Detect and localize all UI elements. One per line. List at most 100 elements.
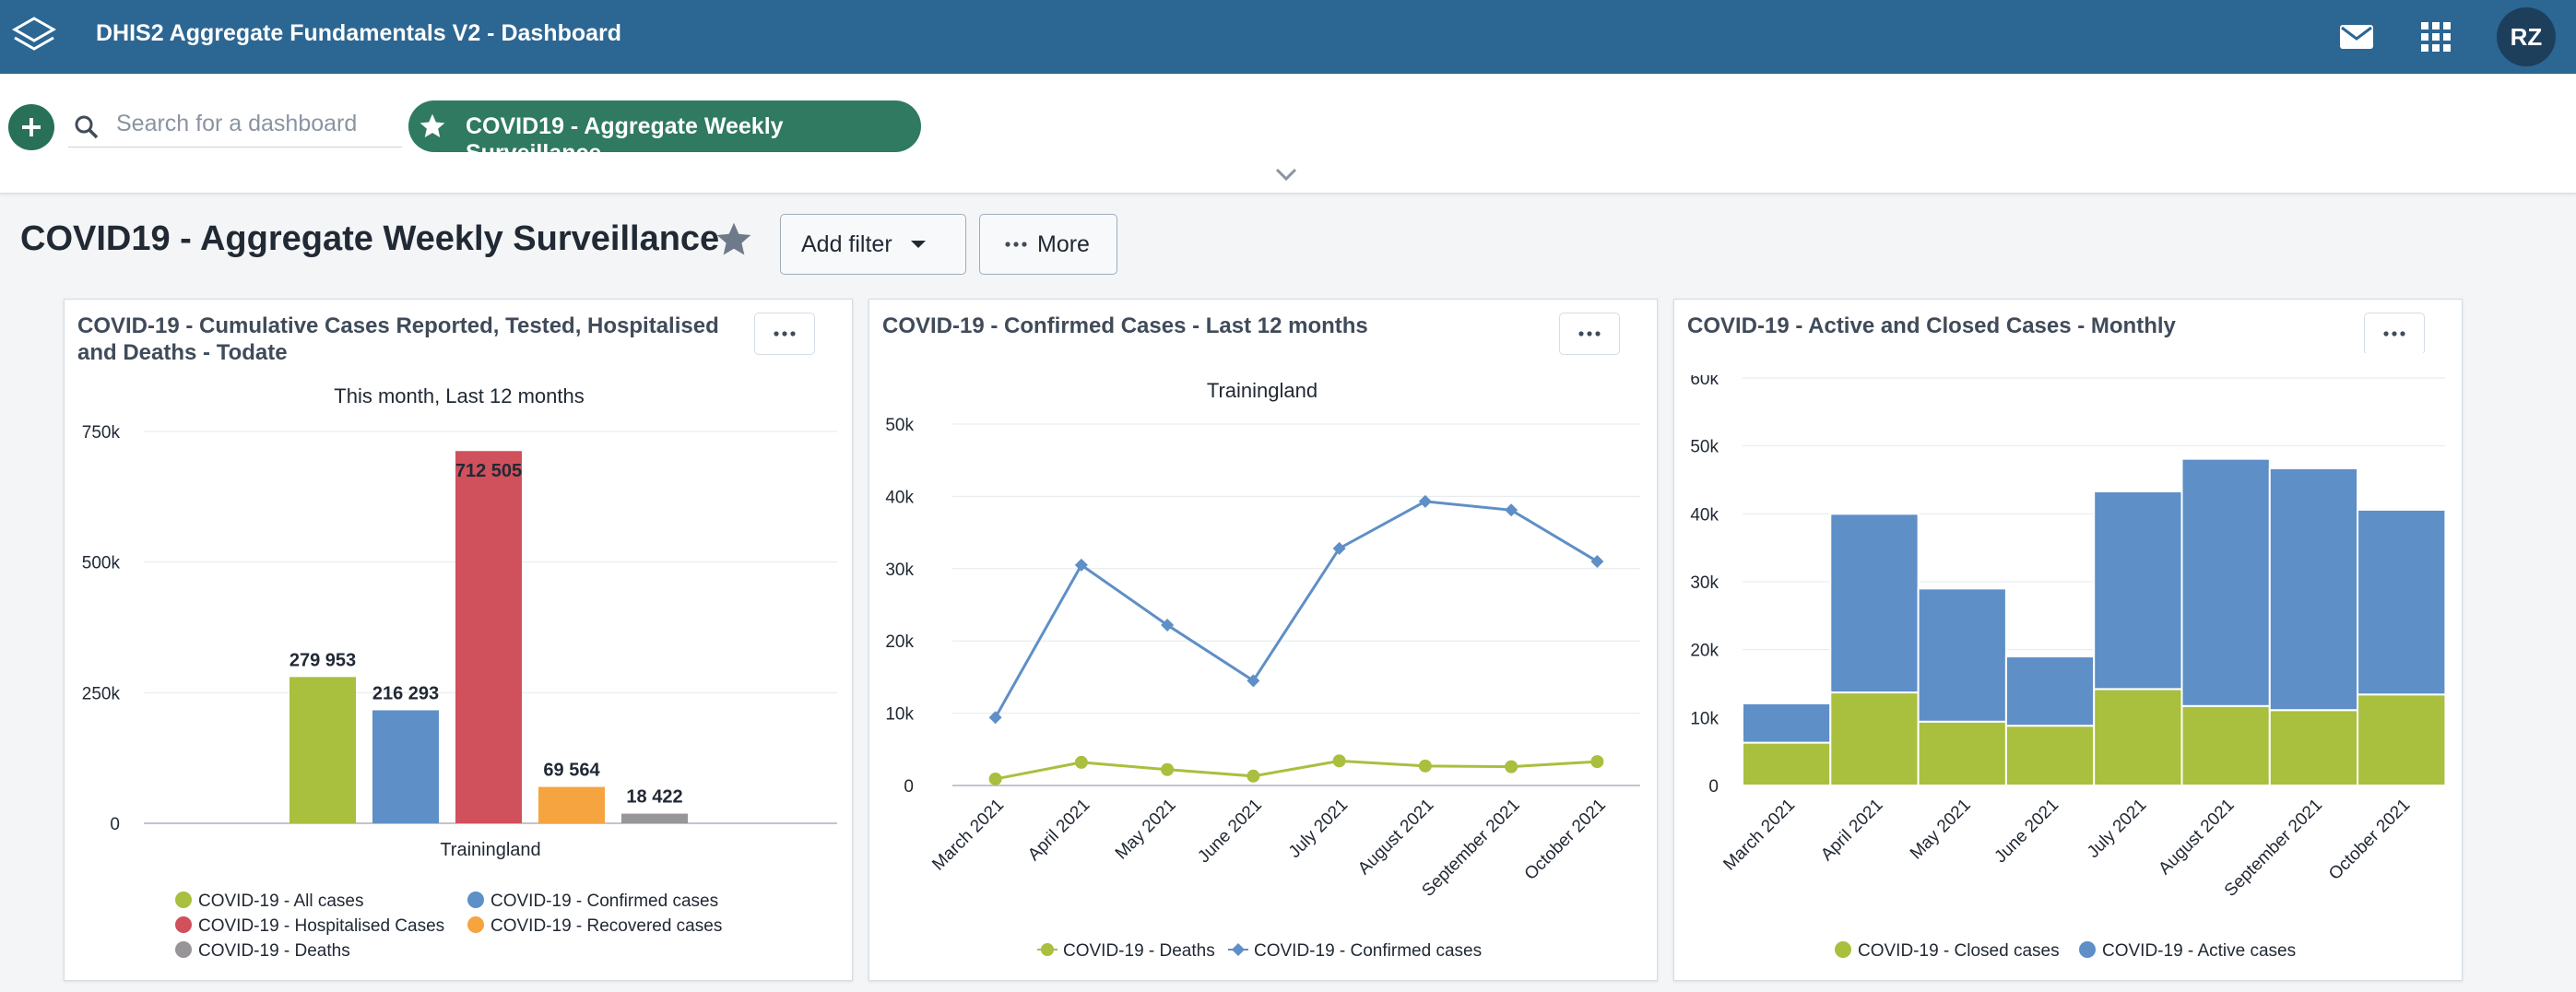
y-tick-label: 0 — [110, 815, 120, 834]
data-point — [1505, 760, 1518, 774]
dhis2-logo-icon[interactable] — [11, 15, 57, 61]
data-point — [1074, 755, 1088, 769]
stacked-bar-segment — [2357, 508, 2447, 696]
stacked-bar-segment — [2093, 490, 2183, 691]
legend-marker — [1232, 943, 1245, 956]
x-tick-label: March 2021 — [1719, 796, 1799, 875]
x-tick-label: July 2021 — [2084, 796, 2150, 862]
x-tick-label: April 2021 — [1817, 796, 1886, 865]
mail-icon[interactable] — [2336, 17, 2377, 57]
dashboard-title: COVID19 - Aggregate Weekly Surveillance — [20, 219, 720, 258]
chart-subtitle: Trainingland — [1207, 379, 1318, 402]
x-tick-label: August 2021 — [2155, 796, 2238, 879]
y-tick-label: 250k — [82, 684, 121, 703]
x-tick-label: April 2021 — [1024, 796, 1093, 865]
bar — [538, 786, 605, 823]
add-filter-button[interactable]: Add filter — [780, 214, 966, 275]
legend-marker — [2079, 941, 2096, 958]
x-tick-label: June 2021 — [1194, 796, 1266, 868]
data-point — [1418, 759, 1432, 773]
more-horizontal-icon — [1005, 242, 1027, 247]
legend-marker — [1835, 941, 1851, 958]
add-dashboard-button[interactable] — [8, 104, 54, 150]
y-tick-label: 0 — [904, 777, 914, 797]
x-category-label: Trainingland — [440, 840, 540, 860]
y-tick-label: 750k — [82, 423, 121, 443]
data-point — [1418, 494, 1432, 508]
legend-marker — [1041, 943, 1054, 956]
dashboard-chip-active[interactable]: COVID19 - Aggregate Weekly Surveillance — [408, 100, 921, 166]
stacked-bar-segment — [1917, 587, 2007, 723]
data-label: 216 293 — [372, 683, 439, 703]
star-icon[interactable] — [714, 219, 754, 260]
series-line — [994, 500, 1599, 719]
dashboard-item: COVID-19 - Confirmed Cases - Last 12 mon… — [869, 299, 1658, 981]
legend-label: COVID-19 - Deaths — [1063, 941, 1215, 961]
x-tick-label: October 2021 — [1521, 796, 1610, 884]
data-label: 712 505 — [455, 461, 522, 481]
app-header: DHIS2 Aggregate Fundamentals V2 - Dashbo… — [0, 0, 2576, 74]
legend-label: COVID-19 - Active cases — [2102, 941, 2296, 961]
data-point — [1590, 755, 1604, 769]
stacked-bar-segment — [2180, 704, 2271, 786]
legend-label: COVID-19 - Recovered cases — [490, 916, 722, 936]
data-point — [1247, 769, 1260, 783]
stacked-bar-segment — [2357, 693, 2447, 786]
stacked-bar-segment — [2093, 688, 2183, 787]
bar — [455, 451, 522, 823]
x-tick-label: August 2021 — [1354, 796, 1437, 879]
stacked-bar-segment — [1829, 513, 1920, 694]
star-icon — [419, 113, 445, 137]
bar — [372, 710, 439, 823]
y-tick-label: 20k — [1690, 642, 1719, 661]
y-tick-label: 20k — [885, 632, 914, 652]
stacked-bar-segment — [1742, 741, 1832, 786]
legend-marker — [175, 892, 192, 908]
x-tick-label: July 2021 — [1285, 796, 1352, 862]
data-point — [1161, 762, 1175, 776]
more-label: More — [1037, 230, 1090, 257]
stacked-bar-segment — [1917, 720, 2007, 786]
more-button[interactable]: More — [979, 214, 1117, 275]
x-tick-label: October 2021 — [2325, 796, 2414, 884]
search-input[interactable] — [116, 107, 393, 140]
dashboard-search — [68, 101, 402, 148]
y-tick-label: 50k — [885, 416, 914, 435]
stacked-bar-segment — [2268, 466, 2359, 712]
legend-label: COVID-19 - Closed cases — [1858, 941, 2060, 961]
legend-label: COVID-19 - All cases — [198, 892, 364, 911]
y-tick-label: 30k — [885, 561, 914, 580]
data-label: 279 953 — [290, 650, 356, 670]
data-point — [988, 772, 1002, 785]
chevron-down-icon[interactable] — [1274, 166, 1298, 183]
stacked-bar-segment — [2180, 457, 2271, 707]
legend-label: COVID-19 - Deaths — [198, 941, 350, 961]
stacked-bar-segment — [2268, 709, 2359, 787]
y-tick-label: 10k — [885, 705, 914, 725]
add-filter-label: Add filter — [801, 230, 892, 257]
caret-down-icon — [910, 241, 926, 248]
data-label: 18 422 — [626, 787, 682, 808]
x-tick-label: May 2021 — [1112, 796, 1180, 864]
plus-icon — [22, 118, 41, 136]
apps-grid-icon[interactable] — [2416, 17, 2456, 57]
y-tick-label: 40k — [1690, 505, 1719, 525]
stacked-bar-segment — [1742, 702, 1832, 744]
stacked-bar-segment — [2004, 725, 2096, 787]
data-point — [1505, 503, 1518, 517]
legend-label: COVID-19 - Confirmed cases — [490, 892, 718, 911]
legend-label: COVID-19 - Hospitalised Cases — [198, 916, 444, 936]
x-tick-label: May 2021 — [1907, 796, 1975, 864]
bar — [621, 813, 688, 823]
stacked-bar-segment — [2004, 655, 2096, 727]
x-tick-label: June 2021 — [1991, 796, 2062, 868]
legend-label: COVID-19 - Confirmed cases — [1254, 941, 1482, 961]
app-title: DHIS2 Aggregate Fundamentals V2 - Dashbo… — [96, 20, 622, 46]
chart-active-closed-cases: 010k20k30k40k50k60kMarch 2021 April 2021 M… — [1676, 353, 2460, 961]
user-avatar[interactable]: RZ — [2497, 7, 2556, 66]
legend-marker — [175, 916, 192, 933]
y-tick-label: 500k — [82, 554, 121, 573]
legend-marker — [467, 892, 484, 908]
chart-confirmed-cases: Trainingland 0 10k 20k 30k 40k 50k March 2021 Ap… — [885, 379, 1640, 961]
stacked-bar-segment — [1829, 691, 1920, 786]
